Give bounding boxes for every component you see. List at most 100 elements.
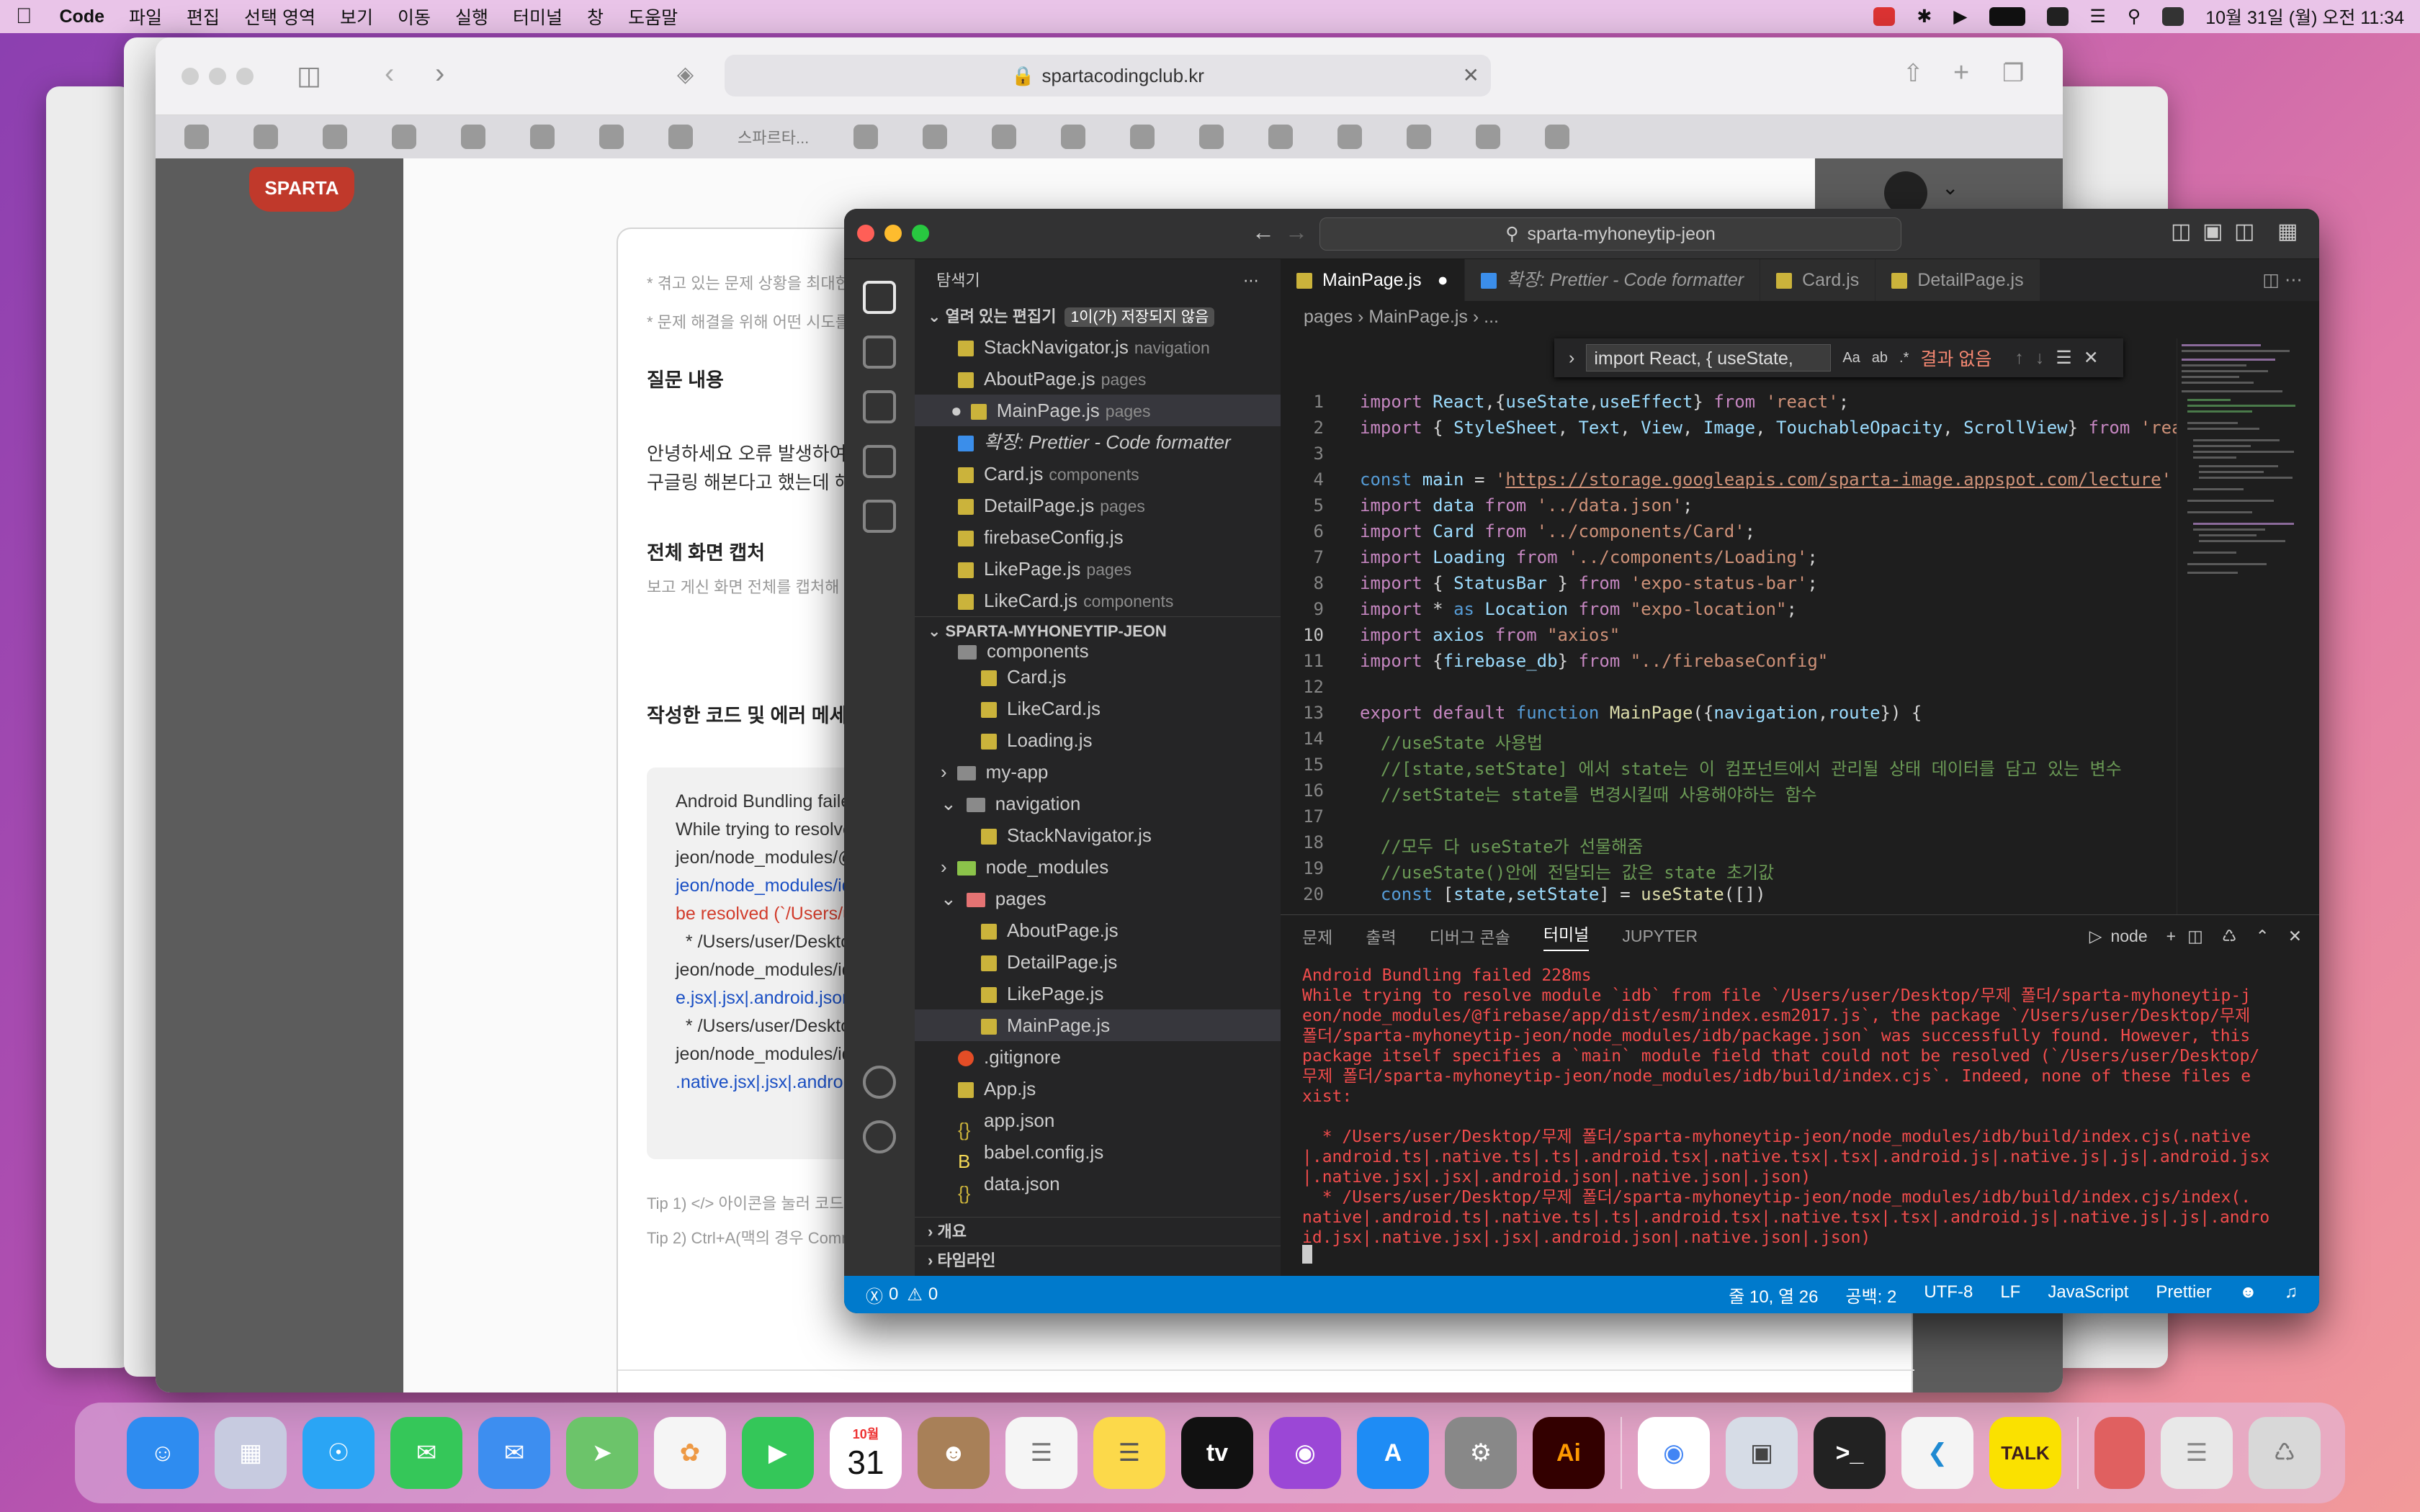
timeline-header[interactable]: › 타임라인 [915, 1246, 1281, 1274]
tab-favicon[interactable] [923, 125, 948, 149]
menu-item[interactable]: 이동 [398, 4, 431, 30]
tree-folder[interactable]: › node_modules [915, 851, 1281, 883]
close-button[interactable] [182, 68, 199, 85]
error-count[interactable]: 0 [889, 1284, 898, 1305]
share-icon[interactable]: ⇧ [1903, 59, 1924, 88]
terminal-icon[interactable]: >_ [1814, 1417, 1886, 1489]
open-editor-item[interactable]: 확장: Prettier - Code formatter [958, 426, 1281, 458]
arrow-up-icon[interactable]: ↑ [2015, 348, 2024, 369]
clock[interactable]: 10월 31일 (월) 오전 11:34 [2205, 4, 2404, 30]
tree-file[interactable]: LikePage.js [915, 978, 1281, 1009]
reminders-icon[interactable]: ☰ [1005, 1417, 1077, 1489]
mail-icon[interactable]: ✉ [478, 1417, 550, 1489]
apple-icon[interactable]:  [16, 4, 32, 29]
terminal-output[interactable]: Android Bundling failed 228ms While tryi… [1302, 966, 2303, 1248]
menu-item[interactable]: 파일 [129, 4, 162, 30]
menu-item[interactable]: 도움말 [628, 4, 678, 30]
tree-folder[interactable]: components [915, 645, 1281, 661]
back-icon[interactable]: ← [1252, 219, 1275, 246]
breadcrumb[interactable]: pages › MainPage.js › ... [1281, 301, 2319, 333]
run-debug-icon[interactable] [863, 445, 896, 478]
maximize-panel-icon[interactable]: ⌃ [2255, 927, 2269, 946]
tree-file[interactable]: {} data.json [915, 1168, 1281, 1204]
background-window[interactable] [46, 86, 133, 1368]
tree-file[interactable]: Loading.js [915, 724, 1281, 756]
regex-icon[interactable]: .* [1899, 350, 1909, 366]
sidebar-icon[interactable]: ◫ [297, 60, 321, 91]
notification-icon[interactable] [1873, 7, 1896, 26]
tree-folder[interactable]: ⌄ pages [915, 883, 1281, 914]
error-icon[interactable]: Ⓧ [866, 1282, 883, 1308]
feedback-icon[interactable]: ☻ [2239, 1282, 2257, 1308]
toggle-panel-icon[interactable]: ▣ [2202, 219, 2223, 244]
bluetooth-icon[interactable]: ✱ [1917, 6, 1932, 27]
tab-favicon[interactable] [392, 125, 416, 149]
tree-folder[interactable]: › my-app [915, 756, 1281, 788]
tree-file[interactable]: LikeCard.js [915, 693, 1281, 724]
notes-icon[interactable]: ☰ [1093, 1417, 1165, 1489]
open-editor-item[interactable]: ● MainPage.js pages [915, 395, 1281, 426]
open-editor-item[interactable]: Card.js components [958, 458, 1281, 490]
arrow-down-icon[interactable]: ↓ [2035, 348, 2045, 369]
unsaved-dot-icon[interactable]: ● [1438, 270, 1448, 290]
contacts-icon[interactable]: ☻ [918, 1417, 990, 1489]
close-icon[interactable]: ✕ [2084, 347, 2099, 369]
outline-header[interactable]: › 개요 [915, 1217, 1281, 1246]
tab-favicon[interactable] [1407, 125, 1432, 149]
tab-mainpage[interactable]: MainPage.js ● [1281, 259, 1465, 301]
tree-file[interactable]: MainPage.js [915, 1009, 1281, 1041]
tab-terminal[interactable]: 터미널 [1543, 921, 1590, 951]
tab-favicon[interactable] [1061, 125, 1086, 149]
clear-icon[interactable]: ✕ [1463, 63, 1479, 87]
match-case-icon[interactable]: Aa [1842, 350, 1860, 366]
chrome-icon[interactable]: ◉ [1638, 1417, 1710, 1489]
source-control-icon[interactable] [863, 390, 896, 423]
calendar-icon[interactable]: 10월 31 [830, 1417, 902, 1489]
tab-favicon[interactable] [1476, 125, 1501, 149]
explorer-icon[interactable] [863, 281, 896, 314]
tree-file[interactable]: DetailPage.js [915, 946, 1281, 978]
chevron-right-icon[interactable]: › [1569, 348, 1574, 369]
control-center-icon[interactable] [2162, 7, 2184, 26]
more-icon[interactable]: ⋯ [1243, 259, 1259, 302]
apple-tv-icon[interactable]: tv [1181, 1417, 1253, 1489]
menu-item[interactable]: 터미널 [513, 4, 563, 30]
tab-output[interactable]: 출력 [1366, 924, 1396, 948]
new-terminal-icon[interactable]: + [2166, 927, 2176, 946]
open-editor-item[interactable]: AboutPage.js pages [958, 363, 1281, 395]
editor-actions[interactable]: ◫ ⋯ [2246, 259, 2319, 301]
play-icon[interactable]: ▶ [1953, 6, 1967, 27]
maps-icon[interactable]: ➤ [566, 1417, 638, 1489]
tab-problems[interactable]: 문제 [1302, 924, 1332, 948]
new-tab-icon[interactable]: + [1953, 58, 1969, 89]
project-header[interactable]: ⌄ SPARTA-MYHONEYTIP-JEON [915, 616, 1281, 645]
tab-favicon[interactable] [853, 125, 879, 149]
open-editor-item[interactable]: StackNavigator.js navigation [958, 331, 1281, 363]
active-tab-label[interactable]: 스파르타... [738, 125, 809, 148]
kakaotalk-icon[interactable]: TALK [1989, 1417, 2061, 1489]
tree-file[interactable]: App.js [915, 1073, 1281, 1104]
whole-word-icon[interactable]: ab [1872, 350, 1888, 366]
open-editors-header[interactable]: ⌄ 열려 있는 편집기 1이(가) 저장되지 않음 [915, 302, 1281, 331]
extensions-icon[interactable] [863, 500, 896, 533]
tab-debug-console[interactable]: 디버그 콘솔 [1430, 924, 1510, 948]
gear-icon[interactable] [863, 1120, 896, 1153]
menu-item[interactable]: 실행 [455, 4, 488, 30]
toggle-sidebar-icon[interactable]: ◫ [2171, 219, 2191, 244]
tab-favicon[interactable] [1545, 125, 1570, 149]
app-store-icon[interactable]: A [1357, 1417, 1429, 1489]
tab-favicon[interactable] [530, 125, 555, 149]
tab-overview-icon[interactable]: ❐ [2002, 59, 2024, 88]
command-center[interactable]: ⚲ sparta-myhoneytip-jeon [1319, 217, 1901, 251]
language-mode[interactable]: JavaScript [2048, 1282, 2128, 1308]
trash-icon[interactable]: ♺ [2249, 1417, 2321, 1489]
tab-favicon[interactable] [461, 125, 485, 149]
zoom-button[interactable] [236, 68, 254, 85]
close-icon[interactable]: ✕ [2288, 927, 2302, 946]
tab-favicon[interactable] [992, 125, 1017, 149]
facetime-icon[interactable]: ▶ [742, 1417, 814, 1489]
find-in-selection-icon[interactable]: ☰ [2056, 347, 2071, 369]
menu-item[interactable]: 선택 영역 [244, 4, 315, 30]
open-editor-item[interactable]: firebaseConfig.js [958, 521, 1281, 553]
tab-favicon[interactable] [254, 125, 278, 149]
